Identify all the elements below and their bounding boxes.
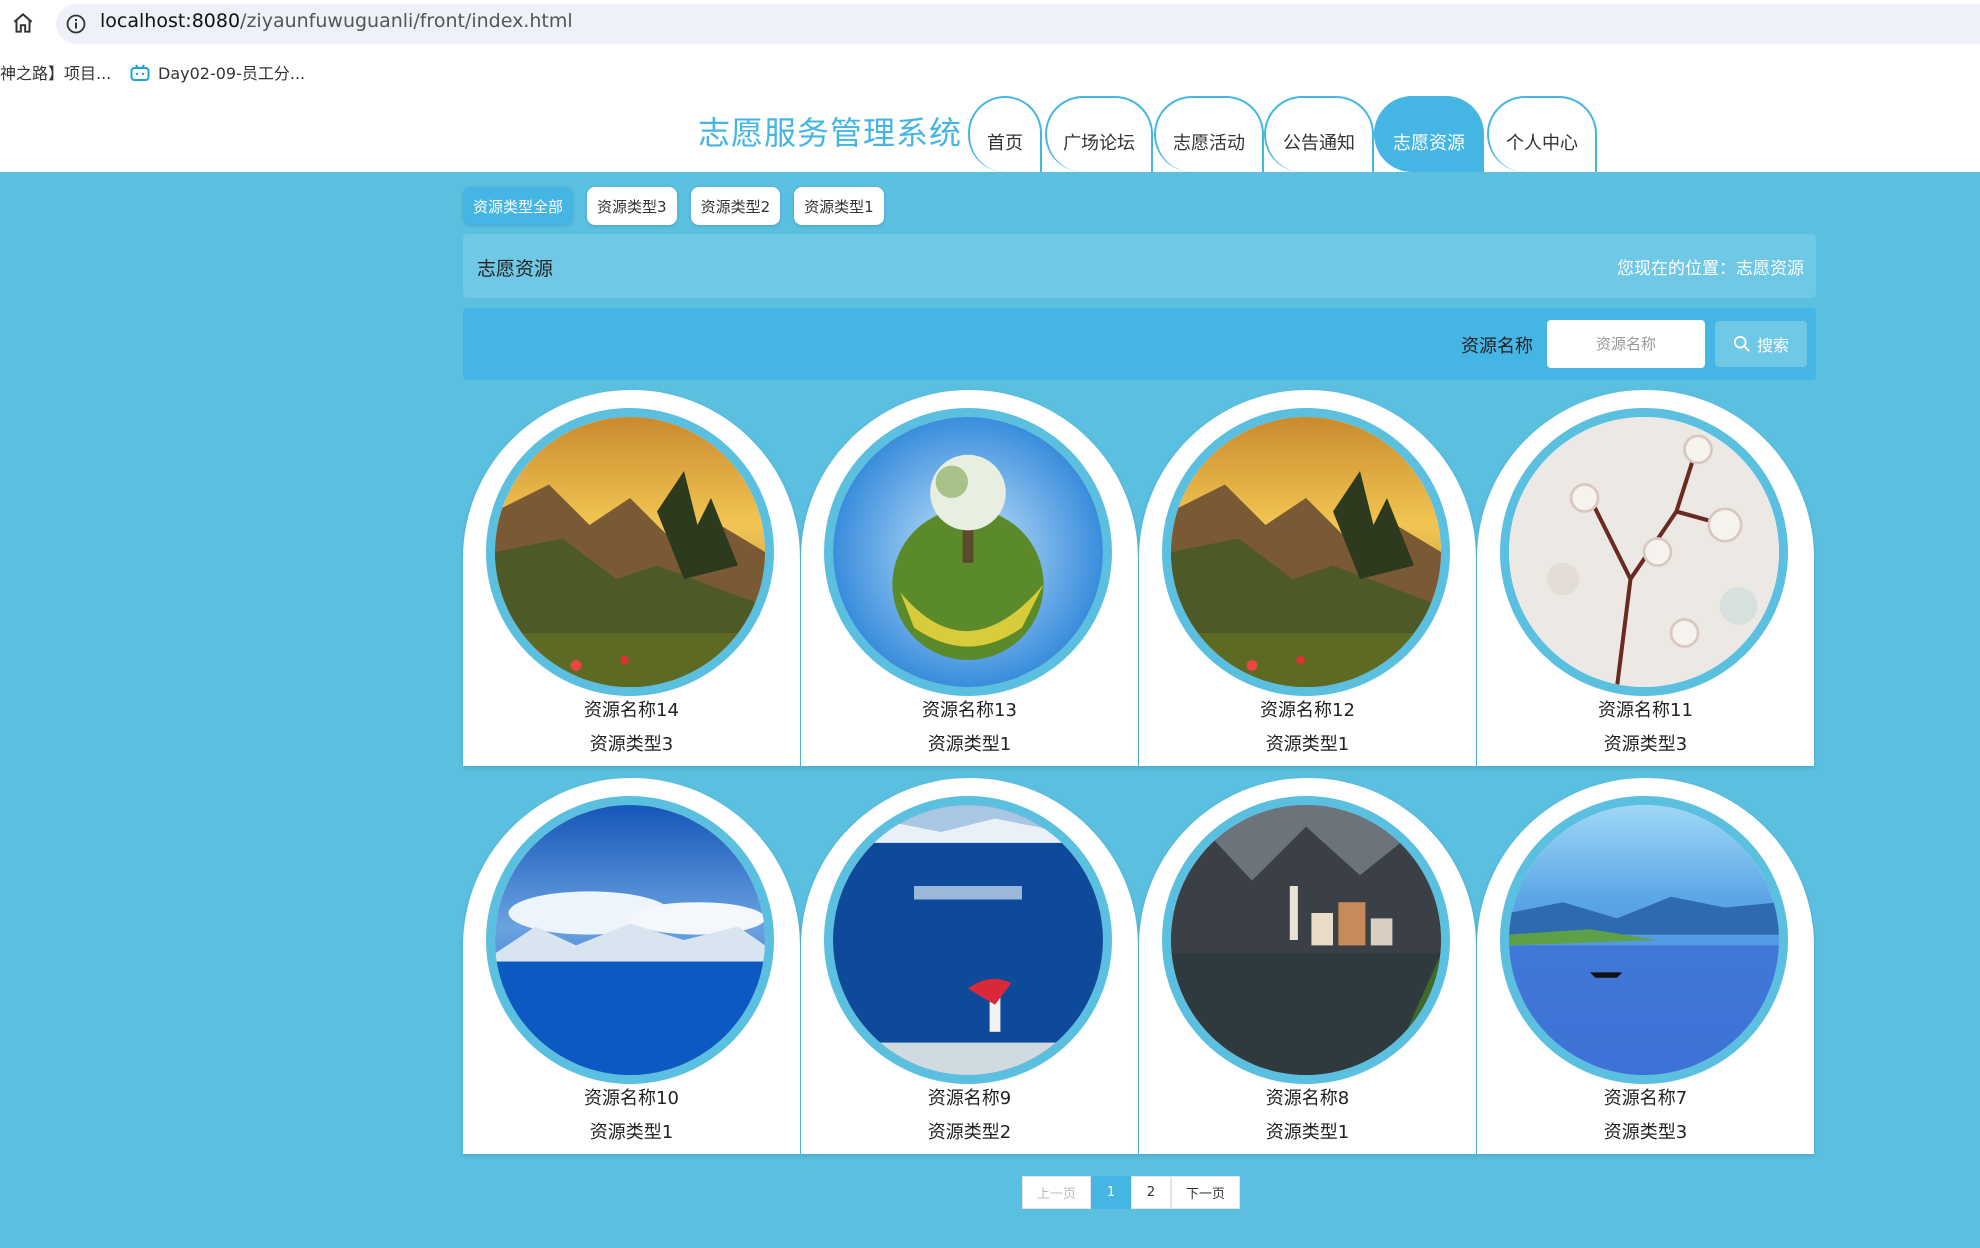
- url-text[interactable]: localhost:8080/ziyaunfuwuguanli/front/in…: [100, 10, 573, 32]
- resource-name: 资源名称9: [927, 1088, 1012, 1109]
- page-title: 志愿资源: [477, 258, 554, 280]
- search-input[interactable]: [1547, 320, 1705, 368]
- current-location: 您现在的位置：志愿资源: [1617, 259, 1804, 279]
- nav-tab-notices[interactable]: 公告通知: [1264, 96, 1374, 172]
- filter-type3[interactable]: 资源类型3: [587, 187, 677, 225]
- filter-type1[interactable]: 资源类型1: [794, 187, 884, 225]
- resource-name: 资源名称7: [1603, 1088, 1688, 1109]
- home-icon[interactable]: [10, 10, 36, 36]
- site-info-icon[interactable]: [64, 12, 88, 36]
- resource-name: 资源名称8: [1265, 1088, 1350, 1109]
- resource-type: 资源类型1: [1265, 1122, 1350, 1143]
- resource-card[interactable]: 资源名称14 资源类型3: [463, 390, 800, 766]
- nav-tab-activities[interactable]: 志愿活动: [1154, 96, 1264, 172]
- nav-tab-profile[interactable]: 个人中心: [1487, 96, 1597, 172]
- prev-page-button[interactable]: 上一页: [1022, 1176, 1092, 1209]
- site-title: 志愿服务管理系统: [698, 114, 963, 152]
- resource-type-filters: 资源类型全部 资源类型3 资源类型2 资源类型1: [463, 187, 884, 225]
- browser-address-bar: localhost:8080/ziyaunfuwuguanli/front/in…: [0, 0, 1980, 48]
- resource-name: 资源名称10: [584, 1088, 679, 1109]
- resource-card[interactable]: 资源名称10 资源类型1: [463, 778, 800, 1154]
- resource-image: [486, 408, 774, 696]
- resource-card[interactable]: 资源名称12 资源类型1: [1139, 390, 1476, 766]
- resource-image: [1162, 796, 1450, 1084]
- next-page-button[interactable]: 下一页: [1171, 1176, 1241, 1209]
- resource-type: 资源类型2: [927, 1122, 1012, 1143]
- bookmark-item[interactable]: 神之路】项目...: [0, 60, 111, 84]
- resource-image: [824, 408, 1112, 696]
- bookmark-label: Day02-09-员工分...: [158, 64, 306, 83]
- pagination: 上一页 1 2 下一页: [1022, 1176, 1241, 1209]
- resource-card[interactable]: 资源名称8 资源类型1: [1139, 778, 1476, 1154]
- bookmarks-bar: 神之路】项目... Day02-09-员工分...: [0, 48, 1980, 94]
- resource-type: 资源类型1: [927, 734, 1012, 755]
- resource-image: [1500, 408, 1788, 696]
- filter-all[interactable]: 资源类型全部: [463, 187, 574, 225]
- url-path: /ziyaunfuwuguanli/front/index.html: [240, 10, 573, 32]
- resource-type: 资源类型3: [589, 734, 674, 755]
- filter-type2[interactable]: 资源类型2: [690, 187, 781, 225]
- resource-card[interactable]: 资源名称13 资源类型1: [801, 390, 1138, 766]
- resource-type: 资源类型1: [1265, 734, 1350, 755]
- search-bar: 资源名称 搜索: [463, 308, 1816, 380]
- resource-type: 资源类型3: [1603, 734, 1688, 755]
- resource-name: 资源名称12: [1260, 700, 1355, 721]
- resource-type: 资源类型3: [1603, 1122, 1688, 1143]
- resource-image: [1500, 796, 1788, 1084]
- nav-tab-resources[interactable]: 志愿资源: [1374, 96, 1484, 172]
- bilibili-tv-icon: [130, 64, 150, 81]
- page-1-button[interactable]: 1: [1091, 1176, 1132, 1209]
- resource-name: 资源名称13: [922, 700, 1017, 721]
- resource-card[interactable]: 资源名称11 资源类型3: [1477, 390, 1814, 766]
- resource-type: 资源类型1: [589, 1122, 674, 1143]
- site-header: 志愿服务管理系统 首页 广场论坛 志愿活动 公告通知 志愿资源 个人中心: [0, 94, 1980, 172]
- nav-tab-forum[interactable]: 广场论坛: [1045, 96, 1153, 172]
- resource-image: [1162, 408, 1450, 696]
- url-host: localhost:8080: [100, 10, 241, 32]
- search-button-label: 搜索: [1756, 336, 1789, 355]
- search-icon: [1733, 335, 1750, 352]
- resource-name: 资源名称11: [1598, 700, 1693, 721]
- resource-card[interactable]: 资源名称9 资源类型2: [801, 778, 1138, 1154]
- bookmark-item[interactable]: Day02-09-员工分...: [130, 60, 305, 84]
- resource-image: [824, 796, 1112, 1084]
- nav-tab-home[interactable]: 首页: [968, 96, 1042, 172]
- page-2-button[interactable]: 2: [1131, 1176, 1172, 1209]
- search-label: 资源名称: [1461, 336, 1533, 357]
- search-button[interactable]: 搜索: [1715, 321, 1807, 367]
- breadcrumb: 志愿资源 您现在的位置：志愿资源: [463, 234, 1816, 298]
- resource-image: [486, 796, 774, 1084]
- resource-name: 资源名称14: [584, 700, 679, 721]
- resource-card[interactable]: 资源名称7 资源类型3: [1477, 778, 1814, 1154]
